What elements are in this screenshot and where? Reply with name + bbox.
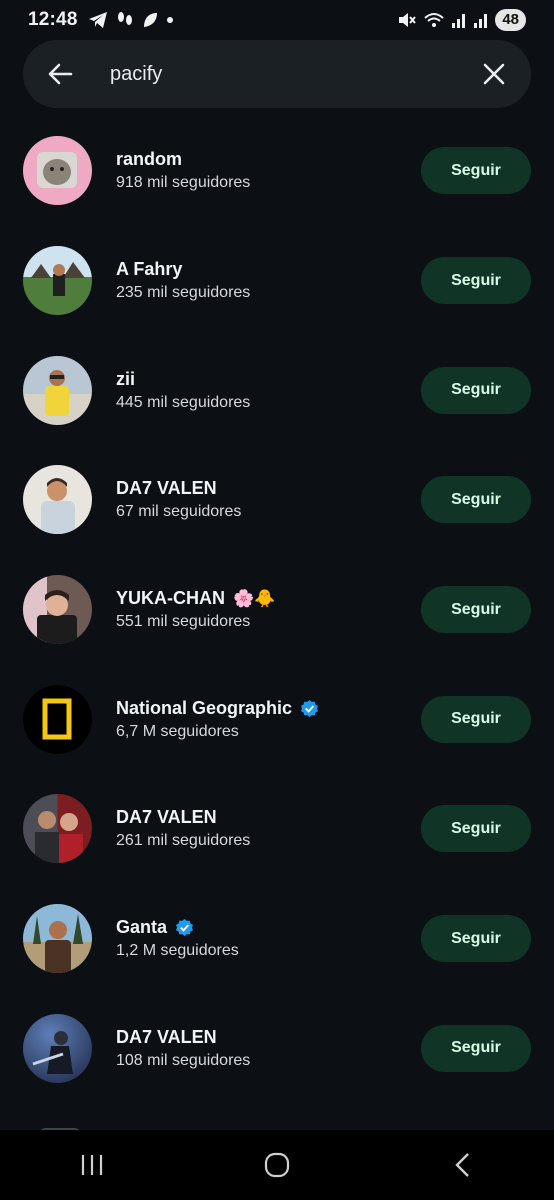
system-nav-bar (0, 1130, 554, 1200)
result-name: Ganta (116, 917, 168, 938)
result-name: DA7 VALEN (116, 807, 217, 828)
close-icon (483, 63, 505, 85)
follow-button[interactable]: Seguir (421, 805, 531, 853)
result-followers: 235 mil seguidores (116, 284, 251, 302)
home-button[interactable] (247, 1135, 307, 1195)
follow-button[interactable]: Seguir (421, 1024, 531, 1072)
result-item[interactable]: random 918 mil seguidores Seguir (0, 116, 554, 226)
result-info: DA7 VALEN 67 mil seguidores (116, 478, 421, 521)
verified-badge-icon (175, 919, 194, 937)
result-name: zii (116, 368, 136, 389)
footprints-icon (117, 12, 132, 25)
notification-icons (88, 11, 174, 29)
result-followers: 6,7 M seguidores (116, 722, 239, 740)
result-followers: 261 mil seguidores (116, 832, 251, 850)
follow-button[interactable]: Seguir (421, 257, 531, 305)
result-item[interactable]: DA7 VALEN 108 mil seguidores Seguir (0, 994, 554, 1104)
result-info: zii 445 mil seguidores (116, 369, 421, 412)
system-icons: 48 (397, 9, 526, 31)
result-name: DA7 VALEN (116, 1026, 217, 1047)
signal-icon (452, 14, 466, 28)
arrow-left-icon (48, 63, 73, 85)
follow-button[interactable]: Seguir (421, 147, 531, 195)
result-name: A Fahry (116, 259, 183, 280)
telegram-icon (88, 12, 107, 28)
wifi-icon (424, 13, 444, 27)
result-item[interactable]: zii 445 mil seguidores Seguir (0, 335, 554, 445)
avatar[interactable] (23, 684, 92, 754)
avatar[interactable] (23, 1013, 92, 1083)
back-button[interactable] (45, 59, 75, 89)
result-info: YUKA-CHAN 🌸🐥 551 mil seguidores (116, 588, 421, 631)
leaf-icon (143, 13, 157, 27)
result-info: DA7 VALEN 261 mil seguidores (116, 807, 421, 850)
result-followers: 918 mil seguidores (116, 174, 251, 192)
result-item[interactable]: DA7 VALEN 67 mil seguidores Seguir (0, 445, 554, 555)
home-icon (264, 1152, 290, 1178)
follow-button[interactable]: Seguir (421, 476, 531, 524)
result-info: Ganta 1,2 M seguidores (116, 917, 421, 960)
national-geographic-logo (42, 698, 72, 740)
chevron-left-icon (454, 1153, 469, 1177)
result-name: National Geographic (116, 697, 293, 718)
avatar[interactable] (23, 355, 92, 425)
follow-button[interactable]: Seguir (421, 366, 531, 414)
follow-button[interactable]: Seguir (421, 695, 531, 743)
result-item[interactable]: A Fahry 235 mil seguidores Seguir (0, 226, 554, 336)
recents-button[interactable] (62, 1135, 122, 1195)
result-followers: 1,2 M seguidores (116, 942, 239, 960)
search-input[interactable]: pacify (110, 63, 479, 86)
result-item[interactable]: National Geographic 6,7 M seguidores Seg… (0, 664, 554, 774)
follow-button[interactable]: Seguir (421, 586, 531, 634)
search-bar[interactable]: pacify (23, 40, 531, 108)
avatar[interactable] (23, 465, 92, 535)
back-nav-button[interactable] (432, 1135, 492, 1195)
status-time: 12:48 (28, 9, 78, 30)
verified-badge-icon (300, 699, 319, 717)
name-emoji: 🌸🐥 (233, 588, 276, 608)
avatar[interactable] (23, 136, 92, 206)
dot-icon (166, 17, 173, 23)
status-bar: 12:48 48 (0, 0, 554, 40)
result-followers: 67 mil seguidores (116, 503, 242, 521)
result-item[interactable]: DA7 VALEN 261 mil seguidores Seguir (0, 774, 554, 884)
avatar[interactable] (23, 246, 92, 316)
results-list: random 918 mil seguidores Seguir A Fahry… (0, 116, 554, 1103)
avatar[interactable] (23, 904, 92, 974)
battery-indicator: 48 (495, 9, 526, 31)
result-item[interactable]: Ganta 1,2 M seguidores Seguir (0, 884, 554, 994)
result-info: random 918 mil seguidores (116, 149, 421, 192)
signal-icon-2 (474, 14, 488, 28)
clear-search-button[interactable] (479, 59, 509, 89)
result-info: DA7 VALEN 108 mil seguidores (116, 1027, 421, 1070)
result-name: YUKA-CHAN (116, 588, 225, 609)
result-info: National Geographic 6,7 M seguidores (116, 698, 421, 741)
result-followers: 445 mil seguidores (116, 393, 251, 411)
result-info: A Fahry 235 mil seguidores (116, 259, 421, 302)
mute-icon (399, 13, 417, 27)
follow-button[interactable]: Seguir (421, 915, 531, 963)
recents-icon (82, 1155, 103, 1175)
result-name: random (116, 149, 183, 170)
avatar[interactable] (23, 575, 92, 645)
result-followers: 551 mil seguidores (116, 613, 251, 631)
result-item[interactable]: YUKA-CHAN 🌸🐥 551 mil seguidores Seguir (0, 555, 554, 665)
avatar[interactable] (23, 794, 92, 864)
result-followers: 108 mil seguidores (116, 1051, 251, 1069)
result-name: DA7 VALEN (116, 478, 217, 499)
